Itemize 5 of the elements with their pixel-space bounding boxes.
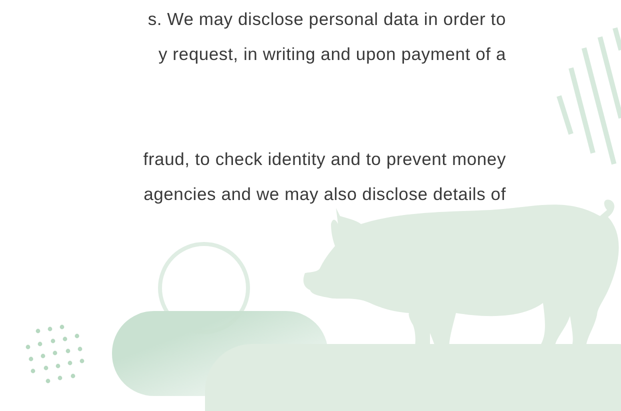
paragraph-line: fraud, to check identity and to prevent money bbox=[143, 148, 506, 171]
paragraph-line: y request, in writing and upon payment of a bbox=[158, 43, 506, 66]
paragraph-line: agencies and we may also disclose details of bbox=[144, 183, 506, 206]
dot-cluster-drawing bbox=[26, 324, 84, 384]
paragraph-line: s. We may disclose personal data in order to bbox=[148, 8, 506, 31]
